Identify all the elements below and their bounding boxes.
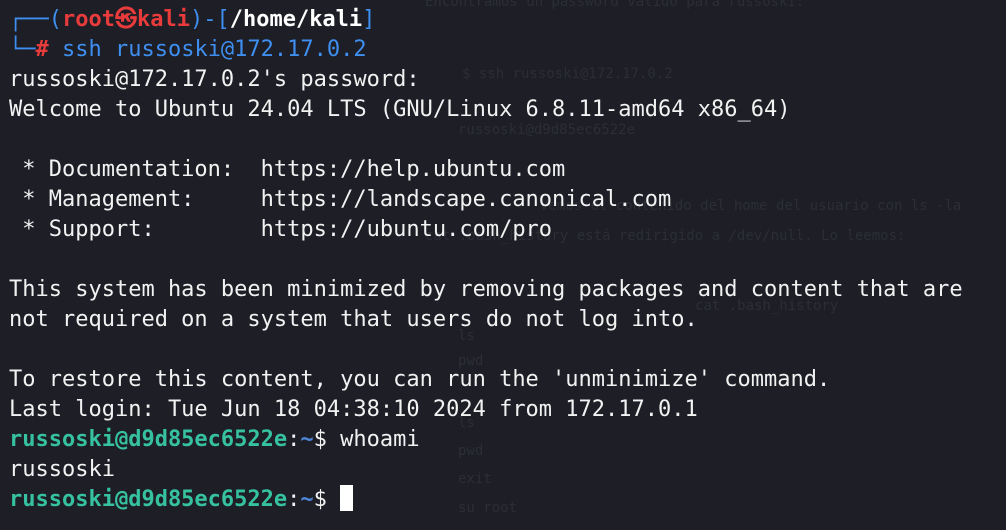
- remote-user-host: russoski@d9d85ec6522e: [9, 427, 288, 452]
- ssh-command: ssh russoski@172.17.0.2: [48, 37, 367, 62]
- root-hash: #: [35, 37, 49, 62]
- prompt-host: kali: [136, 7, 190, 32]
- prompt-dollar: $: [313, 487, 341, 512]
- output-line: not required on a system that users do n…: [9, 307, 698, 332]
- output-line: Welcome to Ubuntu 24.04 LTS (GNU/Linux 6…: [9, 97, 791, 122]
- remote-user-host: russoski@d9d85ec6522e: [9, 487, 288, 512]
- terminal[interactable]: ┌──(root㉿kali)-[/home/kali] └─# ssh russ…: [9, 5, 1006, 515]
- prompt-colon: :: [287, 427, 301, 452]
- prompt-path: /home/kali: [229, 7, 363, 32]
- output-line: russoski@172.17.0.2's password:: [9, 67, 420, 92]
- prompt-frame: ┌──(: [9, 7, 62, 32]
- prompt-frame-mid: )-[: [189, 7, 230, 32]
- prompt-frame-bottom: └─: [9, 37, 36, 62]
- output-line: * Documentation: https://help.ubuntu.com: [9, 157, 566, 182]
- prompt-home: ~: [300, 487, 314, 512]
- prompt-user: root: [61, 7, 115, 32]
- output-line: * Support: https://ubuntu.com/pro: [9, 217, 553, 242]
- output-line: This system has been minimized by removi…: [9, 277, 963, 302]
- output-line: Last login: Tue Jun 18 04:38:10 2024 fro…: [9, 397, 698, 422]
- prompt-home: ~: [300, 427, 314, 452]
- whoami-command: whoami: [340, 427, 420, 452]
- output-line: * Management: https://landscape.canonica…: [9, 187, 672, 212]
- kali-prompt-line: ┌──(root㉿kali)-[/home/kali]: [9, 5, 1006, 35]
- output-line: russoski: [9, 457, 115, 482]
- prompt-frame-close: ]: [362, 7, 376, 32]
- command-line: └─# ssh russoski@172.17.0.2: [9, 35, 1006, 65]
- skull-icon: ㉿: [114, 7, 137, 32]
- remote-prompt-line: russoski@d9d85ec6522e:~$ whoami: [9, 425, 1006, 455]
- prompt-colon: :: [287, 487, 301, 512]
- output-line: To restore this content, you can run the…: [9, 367, 831, 392]
- active-prompt-line[interactable]: russoski@d9d85ec6522e:~$: [9, 485, 1006, 515]
- prompt-dollar: $: [313, 427, 341, 452]
- cursor[interactable]: [340, 485, 354, 511]
